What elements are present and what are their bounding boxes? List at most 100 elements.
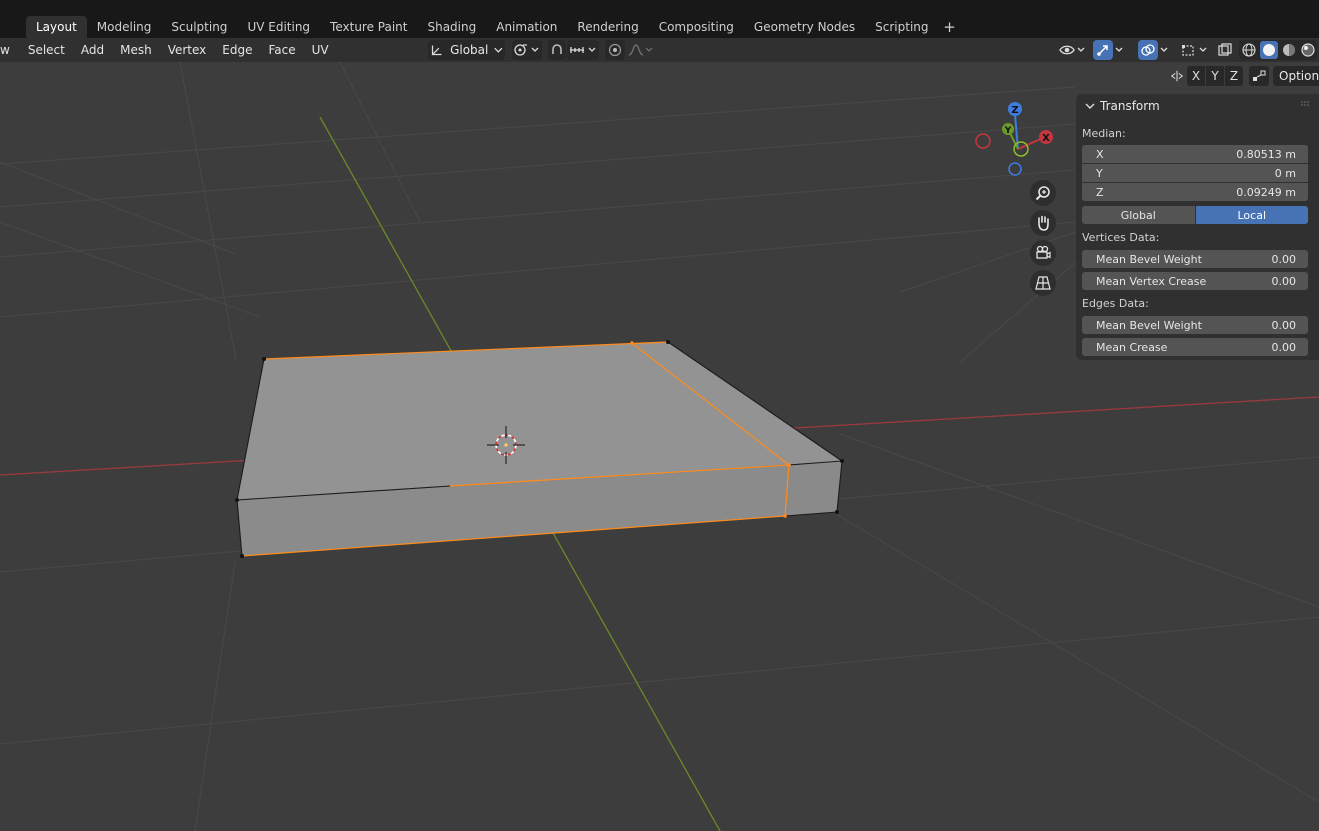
vertex-bevel-weight-value: 0.00: [1271, 252, 1297, 266]
snap-increment-icon: [570, 47, 584, 53]
tab-animation[interactable]: Animation: [486, 16, 567, 38]
vertex-bevel-weight-label: Mean Bevel Weight: [1096, 252, 1202, 266]
magnet-icon: [552, 44, 562, 54]
menu-face[interactable]: Face: [260, 43, 303, 57]
options-dropdown[interactable]: Options: [1273, 66, 1319, 86]
add-workspace-button[interactable]: +: [939, 18, 961, 36]
menu-select[interactable]: Select: [20, 43, 73, 57]
gizmo-neg-x[interactable]: [975, 133, 991, 149]
gizmo-dropdown[interactable]: [1114, 40, 1130, 60]
gizmo-toggle[interactable]: [1093, 40, 1113, 60]
median-z-label: Z: [1096, 185, 1104, 199]
tab-geometry-nodes[interactable]: Geometry Nodes: [744, 16, 865, 38]
tab-uv-editing[interactable]: UV Editing: [237, 16, 320, 38]
perspective-toggle-button[interactable]: [1030, 270, 1056, 296]
mirror-y-toggle[interactable]: Y: [1206, 66, 1224, 86]
snap-toggle[interactable]: [548, 40, 566, 60]
chevron-down-icon: [494, 47, 503, 53]
vertex-bevel-weight-field[interactable]: Mean Bevel Weight 0.00: [1082, 250, 1308, 268]
wireframe-shading-icon[interactable]: [1241, 42, 1257, 58]
menu-mesh[interactable]: Mesh: [112, 43, 160, 57]
space-global-button[interactable]: Global: [1082, 206, 1195, 224]
solid-shading-icon[interactable]: [1259, 41, 1278, 59]
xray-icon: [1218, 43, 1232, 56]
viewport-header: w Select Add Mesh Vertex Edge Face UV Gl…: [0, 38, 1319, 62]
menu-add[interactable]: Add: [73, 43, 112, 57]
median-y-field[interactable]: Y 0 m: [1082, 164, 1308, 182]
mirror-z-toggle[interactable]: Z: [1225, 66, 1243, 86]
median-z-field[interactable]: Z 0.09249 m: [1082, 183, 1308, 201]
tab-compositing[interactable]: Compositing: [649, 16, 744, 38]
material-shading-icon[interactable]: [1281, 42, 1297, 58]
menu-uv[interactable]: UV: [304, 43, 337, 57]
gizmo-z-label: Z: [1011, 105, 1018, 116]
mesh-edit-overlays-dropdown[interactable]: [1180, 40, 1212, 60]
chevron-down-icon: [1199, 47, 1207, 52]
camera-view-button[interactable]: [1030, 240, 1056, 266]
chevron-down-icon: [588, 47, 596, 52]
transform-orientation-dropdown[interactable]: Global: [428, 40, 505, 60]
header-menus: w Select Add Mesh Vertex Edge Face UV: [0, 38, 337, 62]
overlays-dropdown[interactable]: [1159, 40, 1175, 60]
space-local-button[interactable]: Local: [1195, 206, 1308, 224]
xray-toggle[interactable]: [1215, 40, 1235, 60]
menu-vertex[interactable]: Vertex: [160, 43, 215, 57]
vertex-crease-field[interactable]: Mean Vertex Crease 0.00: [1082, 272, 1308, 290]
tab-rendering[interactable]: Rendering: [567, 16, 648, 38]
zoom-button[interactable]: [1030, 180, 1056, 206]
overlays-icon: [1141, 44, 1155, 56]
auto-merge-toggle[interactable]: [1249, 66, 1269, 86]
side-face-front[interactable]: [785, 461, 842, 516]
navigation-gizmo[interactable]: Z X Y: [975, 102, 1053, 176]
sidebar-panel: Transform Median: X 0.80513 m Y 0 m Z 0.…: [1076, 94, 1319, 360]
gizmo-neg-z[interactable]: [1008, 162, 1022, 176]
edge-bevel-weight-value: 0.00: [1271, 318, 1297, 332]
tab-scripting[interactable]: Scripting: [865, 16, 938, 38]
tab-modeling[interactable]: Modeling: [87, 16, 162, 38]
tab-texture-paint[interactable]: Texture Paint: [320, 16, 417, 38]
camera-icon: [1036, 245, 1051, 259]
pivot-point-dropdown[interactable]: [512, 40, 542, 60]
median-x-value: 0.80513 m: [1236, 147, 1296, 161]
grid-perspective-icon: [1035, 276, 1051, 290]
visibility-dropdown[interactable]: [1058, 40, 1088, 60]
chevron-down-icon: [1085, 103, 1095, 109]
pivot-icon: [514, 44, 527, 56]
median-x-field[interactable]: X 0.80513 m: [1082, 145, 1308, 163]
median-x-label: X: [1096, 147, 1104, 161]
mirror-x-toggle[interactable]: X: [1187, 66, 1205, 86]
transform-panel-header[interactable]: Transform: [1084, 96, 1160, 116]
menu-view[interactable]: w: [0, 43, 20, 57]
menu-edge[interactable]: Edge: [214, 43, 260, 57]
pan-button[interactable]: [1030, 210, 1056, 236]
gizmo-y-label: Y: [1004, 126, 1012, 136]
median-y-value: 0 m: [1274, 166, 1296, 180]
hand-icon: [1038, 215, 1049, 231]
falloff-dropdown[interactable]: [626, 40, 656, 60]
proportional-editing-toggle[interactable]: [605, 40, 625, 60]
chevron-down-icon: [1115, 47, 1123, 52]
edges-data-label: Edges Data:: [1082, 297, 1149, 310]
rendered-shading-icon[interactable]: [1300, 42, 1316, 58]
median-z-value: 0.09249 m: [1236, 185, 1296, 199]
falloff-curve-icon: [628, 44, 653, 56]
mesh-overlay-icon: [1182, 45, 1194, 56]
transform-panel-title: Transform: [1100, 99, 1160, 113]
snap-target-dropdown[interactable]: [567, 40, 599, 60]
tab-shading[interactable]: Shading: [417, 16, 486, 38]
overlays-toggle[interactable]: [1138, 40, 1158, 60]
vertices-data-label: Vertices Data:: [1082, 231, 1160, 244]
tab-layout[interactable]: Layout: [26, 16, 87, 38]
vertex-crease-label: Mean Vertex Crease: [1096, 274, 1207, 288]
tab-sculpting[interactable]: Sculpting: [161, 16, 237, 38]
mesh-box[interactable]: [235, 340, 844, 558]
edge-bevel-weight-field[interactable]: Mean Bevel Weight 0.00: [1082, 316, 1308, 334]
drag-grip-icon[interactable]: [1301, 100, 1311, 108]
chevron-down-icon: [1077, 47, 1085, 52]
workspace-tabs: Layout Modeling Sculpting UV Editing Tex…: [26, 16, 961, 38]
eye-icon: [1059, 45, 1075, 55]
mirror-axis-bar: X Y Z: [1167, 66, 1269, 86]
workspace-bar: Layout Modeling Sculpting UV Editing Tex…: [0, 0, 1319, 38]
edge-crease-field[interactable]: Mean Crease 0.00: [1082, 338, 1308, 356]
gizmo-neg-y[interactable]: [1013, 141, 1029, 157]
